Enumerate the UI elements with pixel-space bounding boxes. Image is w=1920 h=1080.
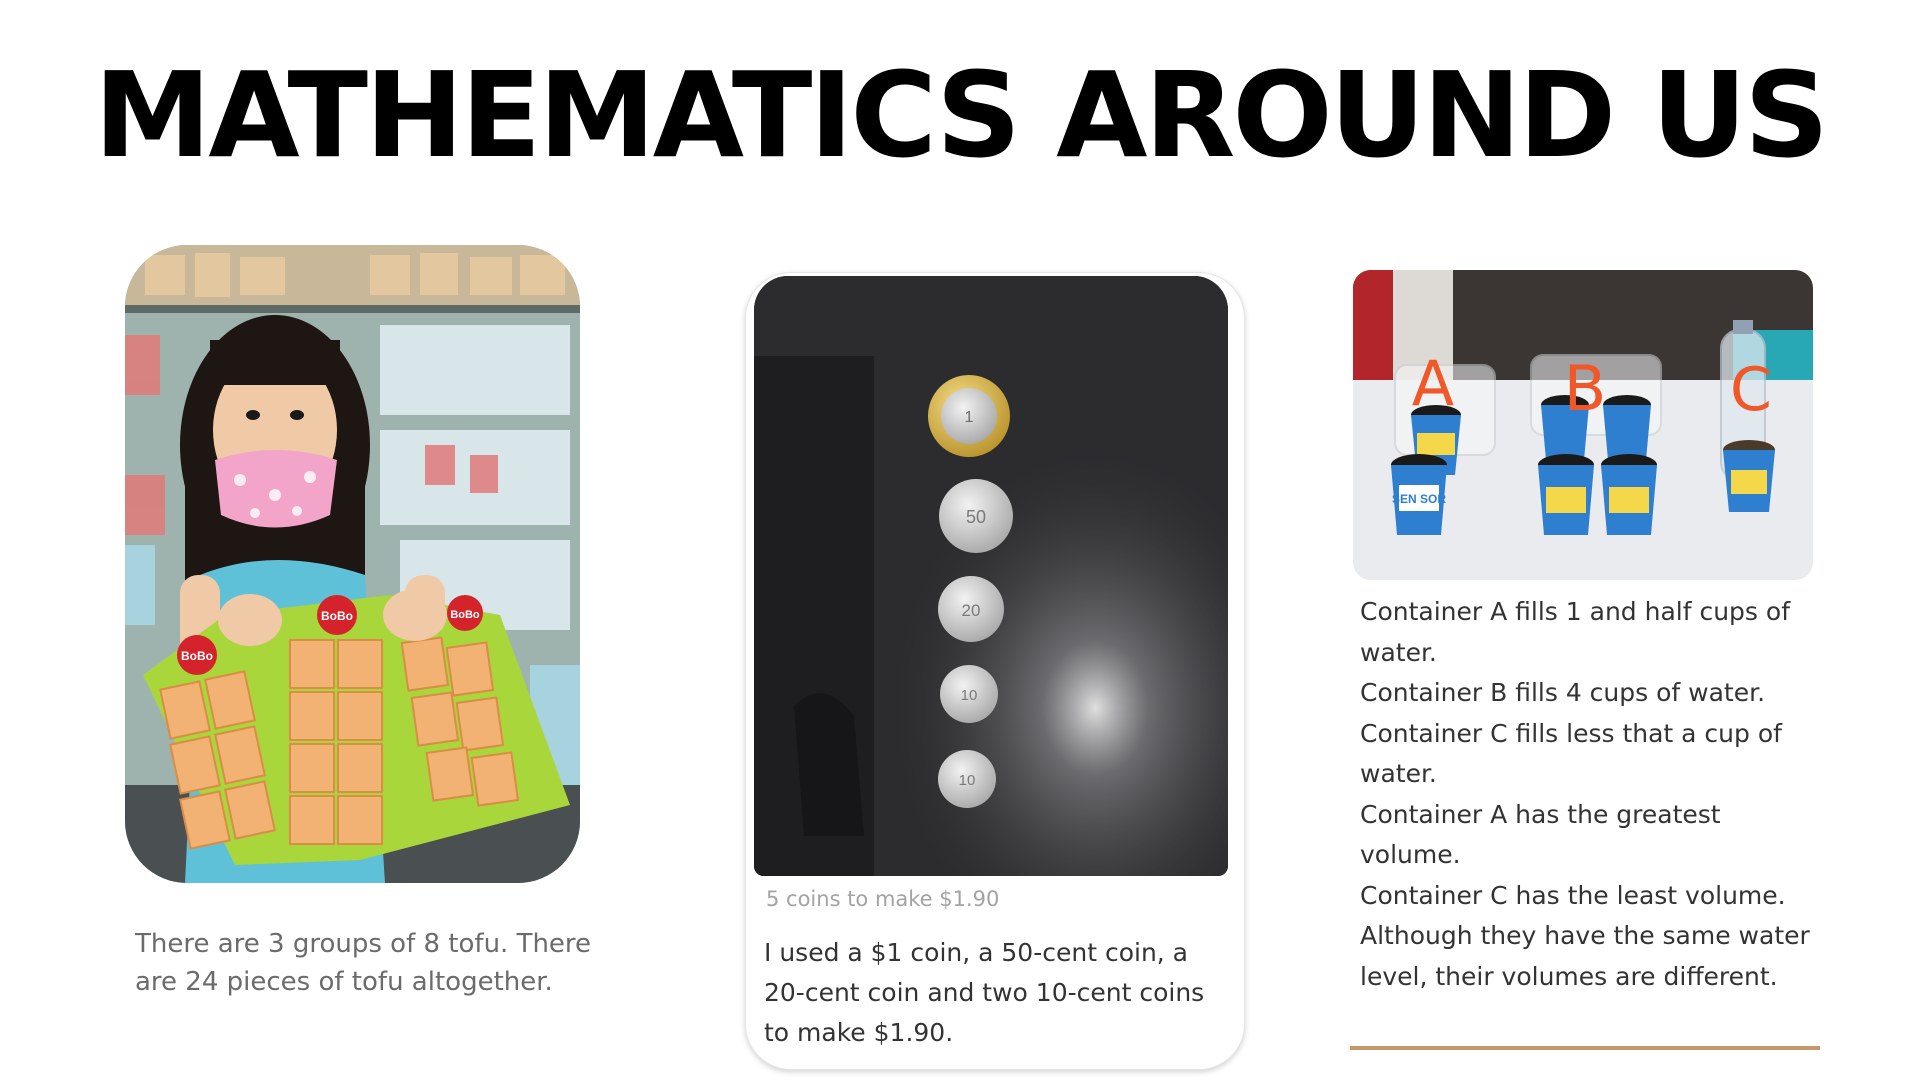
- container-label-a: A: [1412, 347, 1454, 420]
- coins-card: 1 50 20 10 10 5 coins to make $1.90 I us…: [745, 272, 1245, 1070]
- coin-label: 10: [959, 772, 976, 789]
- coin-label: 10: [961, 687, 978, 704]
- caption-line: Container A fills 1 and half cups of wat…: [1360, 597, 1790, 667]
- coins-subtitle: 5 coins to make $1.90: [766, 887, 1000, 911]
- page-title: MATHEMATICS AROUND US: [93, 46, 1829, 184]
- coin-label: 1: [965, 409, 974, 426]
- package-logo-text: BoBo: [450, 609, 480, 621]
- containers-caption: Container A fills 1 and half cups of wat…: [1360, 592, 1820, 997]
- caption-line: Container C fills less that a cup of wat…: [1360, 718, 1782, 789]
- coin-label: 50: [966, 507, 986, 527]
- caption-line: Container C has the least volume.: [1360, 880, 1786, 910]
- caption-line: Container A has the greatest volume.: [1360, 799, 1721, 870]
- caption-line: Although they have the same water level,…: [1360, 921, 1810, 991]
- cup-text: SEN SOR: [1392, 492, 1446, 506]
- caption-line: Container B fills 4 cups of water.: [1360, 678, 1766, 707]
- container-label-b: B: [1564, 352, 1607, 425]
- caption-divider: [1350, 1046, 1820, 1050]
- package-logo-text: BoBo: [321, 609, 353, 623]
- tofu-caption: There are 3 groups of 8 tofu. There are …: [135, 929, 592, 997]
- package-logo-text: BoBo: [181, 649, 213, 663]
- coins-photo: 1 50 20 10 10: [754, 276, 1228, 876]
- coin-label: 20: [962, 601, 981, 620]
- containers-photo: SEN SOR A B C: [1353, 270, 1813, 580]
- coins-caption: I used a $1 coin, a 50-cent coin, a 20-c…: [764, 938, 1205, 1047]
- tofu-photo: BoBo BoBo BoBo: [125, 245, 580, 883]
- container-label-c: C: [1730, 355, 1772, 425]
